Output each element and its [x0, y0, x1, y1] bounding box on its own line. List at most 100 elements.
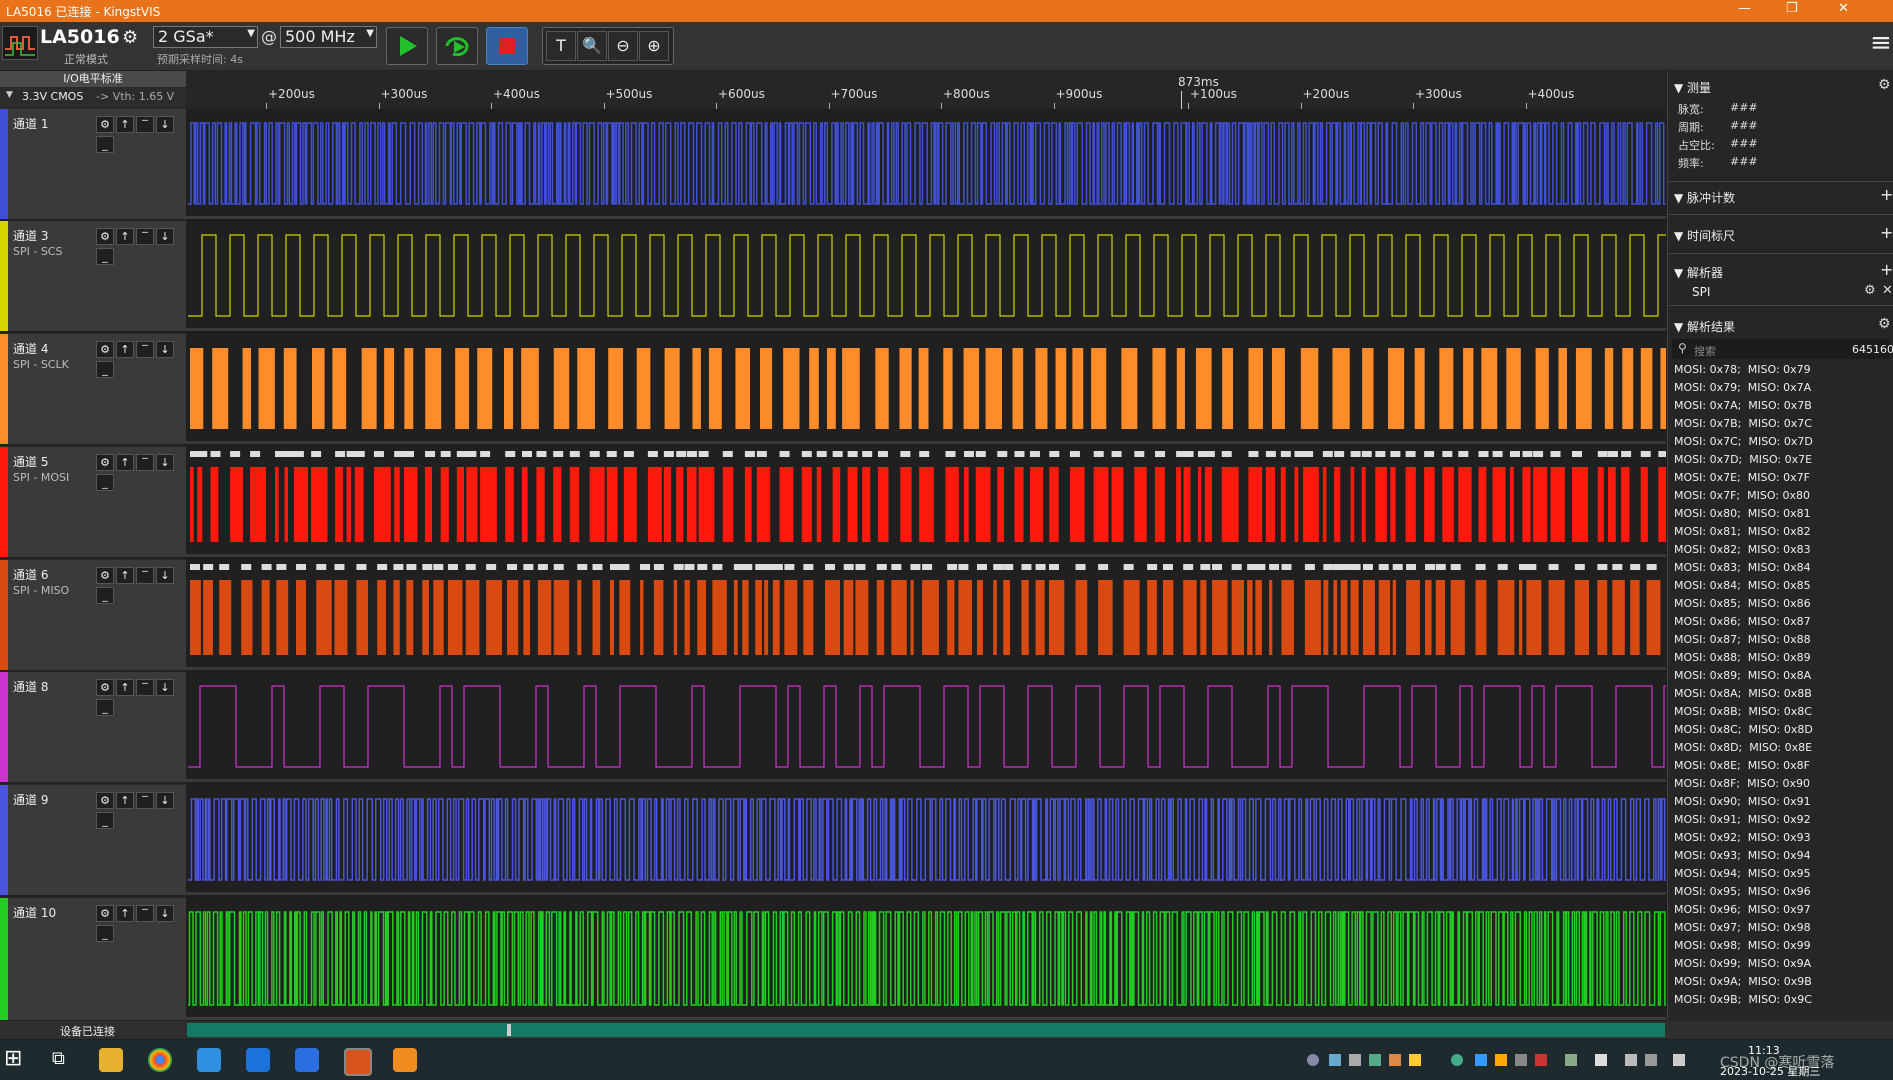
task-view-icon[interactable]: ⧉ — [52, 1048, 65, 1069]
falling-edge-trigger-icon[interactable]: ↓ — [156, 454, 174, 471]
text-annotation-icon[interactable]: T — [546, 31, 576, 61]
result-row[interactable]: MOSI: 0x7F; MISO: 0x80 — [1674, 489, 1810, 502]
result-row[interactable]: MOSI: 0x78; MISO: 0x79 — [1674, 363, 1811, 376]
analyzer-section[interactable]: ▼ 解析器 — [1674, 264, 1723, 281]
high-level-trigger-icon[interactable]: ‾ — [136, 116, 154, 133]
rising-edge-trigger-icon[interactable]: ↑ — [116, 454, 134, 471]
channel-settings-gear-icon[interactable]: ⚙ — [96, 792, 114, 809]
waveform-lane[interactable] — [186, 560, 1666, 670]
channel-label[interactable]: 通道 6 SPI - MISO ⚙ ↑ ‾ ↓ _ — [0, 560, 186, 672]
result-row[interactable]: MOSI: 0x91; MISO: 0x92 — [1674, 813, 1811, 826]
result-row[interactable]: MOSI: 0x88; MISO: 0x89 — [1674, 651, 1811, 664]
time-ruler[interactable]: 873ms +200us +300us +400us +500us +600us +700… — [186, 71, 1666, 110]
loop-start-button[interactable] — [436, 27, 478, 65]
pulse-count-section[interactable]: ▼ 脉冲计数 — [1674, 189, 1735, 206]
minimize-icon[interactable]: — — [1738, 1, 1751, 16]
analyzer-settings-gear-icon[interactable]: ⚙ — [1864, 283, 1876, 298]
result-row[interactable]: MOSI: 0x93; MISO: 0x94 — [1674, 849, 1811, 862]
low-level-trigger-icon[interactable]: _ — [96, 361, 114, 378]
low-level-trigger-icon[interactable]: _ — [96, 136, 114, 153]
high-level-trigger-icon[interactable]: ‾ — [136, 567, 154, 584]
result-row[interactable]: MOSI: 0x7D; MISO: 0x7E — [1674, 453, 1812, 466]
low-level-trigger-icon[interactable]: _ — [96, 474, 114, 491]
result-row[interactable]: MOSI: 0x8B; MISO: 0x8C — [1674, 705, 1812, 718]
rising-edge-trigger-icon[interactable]: ↑ — [116, 341, 134, 358]
zoom-out-icon[interactable]: ⊖ — [608, 31, 638, 61]
falling-edge-trigger-icon[interactable]: ↓ — [156, 679, 174, 696]
rising-edge-trigger-icon[interactable]: ↑ — [116, 792, 134, 809]
analyzer-remove-icon[interactable]: ✕ — [1882, 283, 1893, 298]
rising-edge-trigger-icon[interactable]: ↑ — [116, 905, 134, 922]
high-level-trigger-icon[interactable]: ‾ — [136, 454, 154, 471]
channel-label[interactable]: 通道 3 SPI - SCS ⚙ ↑ ‾ ↓ _ — [0, 221, 186, 333]
start-button[interactable] — [386, 27, 428, 65]
falling-edge-trigger-icon[interactable]: ↓ — [156, 228, 174, 245]
low-level-trigger-icon[interactable]: _ — [96, 812, 114, 829]
low-level-trigger-icon[interactable]: _ — [96, 587, 114, 604]
io-standard-row[interactable]: ▼ 3.3V CMOS -> Vth: 1.65 V — [0, 88, 186, 106]
result-row[interactable]: MOSI: 0x8A; MISO: 0x8B — [1674, 687, 1812, 700]
result-row[interactable]: MOSI: 0x82; MISO: 0x83 — [1674, 543, 1811, 556]
results-search[interactable]: ⚲ 搜索 645160 — [1672, 339, 1893, 359]
result-row[interactable]: MOSI: 0x79; MISO: 0x7A — [1674, 381, 1811, 394]
channel-settings-gear-icon[interactable]: ⚙ — [96, 341, 114, 358]
stop-button[interactable] — [486, 27, 528, 65]
add-analyzer-icon[interactable]: + — [1880, 260, 1893, 279]
high-level-trigger-icon[interactable]: ‾ — [136, 905, 154, 922]
result-row[interactable]: MOSI: 0x81; MISO: 0x82 — [1674, 525, 1811, 538]
timeline-scrollbar[interactable] — [187, 1023, 1665, 1037]
channel-settings-gear-icon[interactable]: ⚙ — [96, 679, 114, 696]
result-row[interactable]: MOSI: 0x7B; MISO: 0x7C — [1674, 417, 1812, 430]
result-row[interactable]: MOSI: 0x86; MISO: 0x87 — [1674, 615, 1811, 628]
result-row[interactable]: MOSI: 0x8C; MISO: 0x8D — [1674, 723, 1813, 736]
falling-edge-trigger-icon[interactable]: ↓ — [156, 116, 174, 133]
menu-icon[interactable]: ≡ — [1870, 28, 1892, 58]
falling-edge-trigger-icon[interactable]: ↓ — [156, 567, 174, 584]
restore-icon[interactable]: ❐ — [1786, 1, 1798, 16]
file-explorer-icon[interactable] — [99, 1048, 123, 1072]
rising-edge-trigger-icon[interactable]: ↑ — [116, 567, 134, 584]
channel-settings-gear-icon[interactable]: ⚙ — [96, 454, 114, 471]
windows-start-icon[interactable]: ⊞ — [4, 1046, 22, 1071]
result-row[interactable]: MOSI: 0x83; MISO: 0x84 — [1674, 561, 1811, 574]
channel-settings-gear-icon[interactable]: ⚙ — [96, 228, 114, 245]
zoom-in-icon[interactable]: ⊕ — [639, 31, 669, 61]
low-level-trigger-icon[interactable]: _ — [96, 699, 114, 716]
result-row[interactable]: MOSI: 0x7C; MISO: 0x7D — [1674, 435, 1813, 448]
falling-edge-trigger-icon[interactable]: ↓ — [156, 341, 174, 358]
app-icon[interactable] — [197, 1048, 221, 1072]
waveform-lane[interactable] — [186, 334, 1670, 444]
channel-label[interactable]: 通道 1 ⚙ ↑ ‾ ↓ _ — [0, 109, 186, 221]
channel-label[interactable]: 通道 9 ⚙ ↑ ‾ ↓ _ — [0, 785, 186, 897]
measure-settings-gear-icon[interactable]: ⚙ — [1878, 77, 1891, 93]
channel-settings-gear-icon[interactable]: ⚙ — [96, 116, 114, 133]
result-row[interactable]: MOSI: 0x8E; MISO: 0x8F — [1674, 759, 1810, 772]
low-level-trigger-icon[interactable]: _ — [96, 248, 114, 265]
result-row[interactable]: MOSI: 0x92; MISO: 0x93 — [1674, 831, 1811, 844]
result-row[interactable]: MOSI: 0x89; MISO: 0x8A — [1674, 669, 1811, 682]
wps-icon[interactable] — [295, 1048, 319, 1072]
waveform-lane[interactable] — [186, 898, 1670, 1020]
system-tray[interactable] — [1305, 1052, 1705, 1068]
result-row[interactable]: MOSI: 0x85; MISO: 0x86 — [1674, 597, 1811, 610]
result-row[interactable]: MOSI: 0x9A; MISO: 0x9B — [1674, 975, 1812, 988]
frequency-select[interactable]: 500 MHz ▼ — [280, 26, 377, 48]
high-level-trigger-icon[interactable]: ‾ — [136, 341, 154, 358]
add-time-ruler-icon[interactable]: + — [1880, 223, 1893, 242]
high-level-trigger-icon[interactable]: ‾ — [136, 792, 154, 809]
result-row[interactable]: MOSI: 0x8D; MISO: 0x8E — [1674, 741, 1812, 754]
add-pulse-count-icon[interactable]: + — [1880, 185, 1893, 204]
result-row[interactable]: MOSI: 0x87; MISO: 0x88 — [1674, 633, 1811, 646]
result-row[interactable]: MOSI: 0x9B; MISO: 0x9C — [1674, 993, 1812, 1006]
feishu-icon[interactable] — [246, 1048, 270, 1072]
channel-label[interactable]: 通道 10 ⚙ ↑ ‾ ↓ _ — [0, 898, 186, 1022]
analyzer-item-spi[interactable]: SPI — [1692, 285, 1710, 299]
waveform-lane[interactable] — [186, 672, 1677, 782]
waveform-lane[interactable] — [186, 221, 1673, 331]
result-row[interactable]: MOSI: 0x94; MISO: 0x95 — [1674, 867, 1811, 880]
result-row[interactable]: MOSI: 0x96; MISO: 0x97 — [1674, 903, 1811, 916]
sample-rate-select[interactable]: 2 GSa* ▼ — [153, 26, 258, 48]
scroll-handle[interactable] — [507, 1024, 511, 1036]
measure-section[interactable]: ▼ 测量 — [1674, 79, 1711, 96]
result-row[interactable]: MOSI: 0x7A; MISO: 0x7B — [1674, 399, 1812, 412]
